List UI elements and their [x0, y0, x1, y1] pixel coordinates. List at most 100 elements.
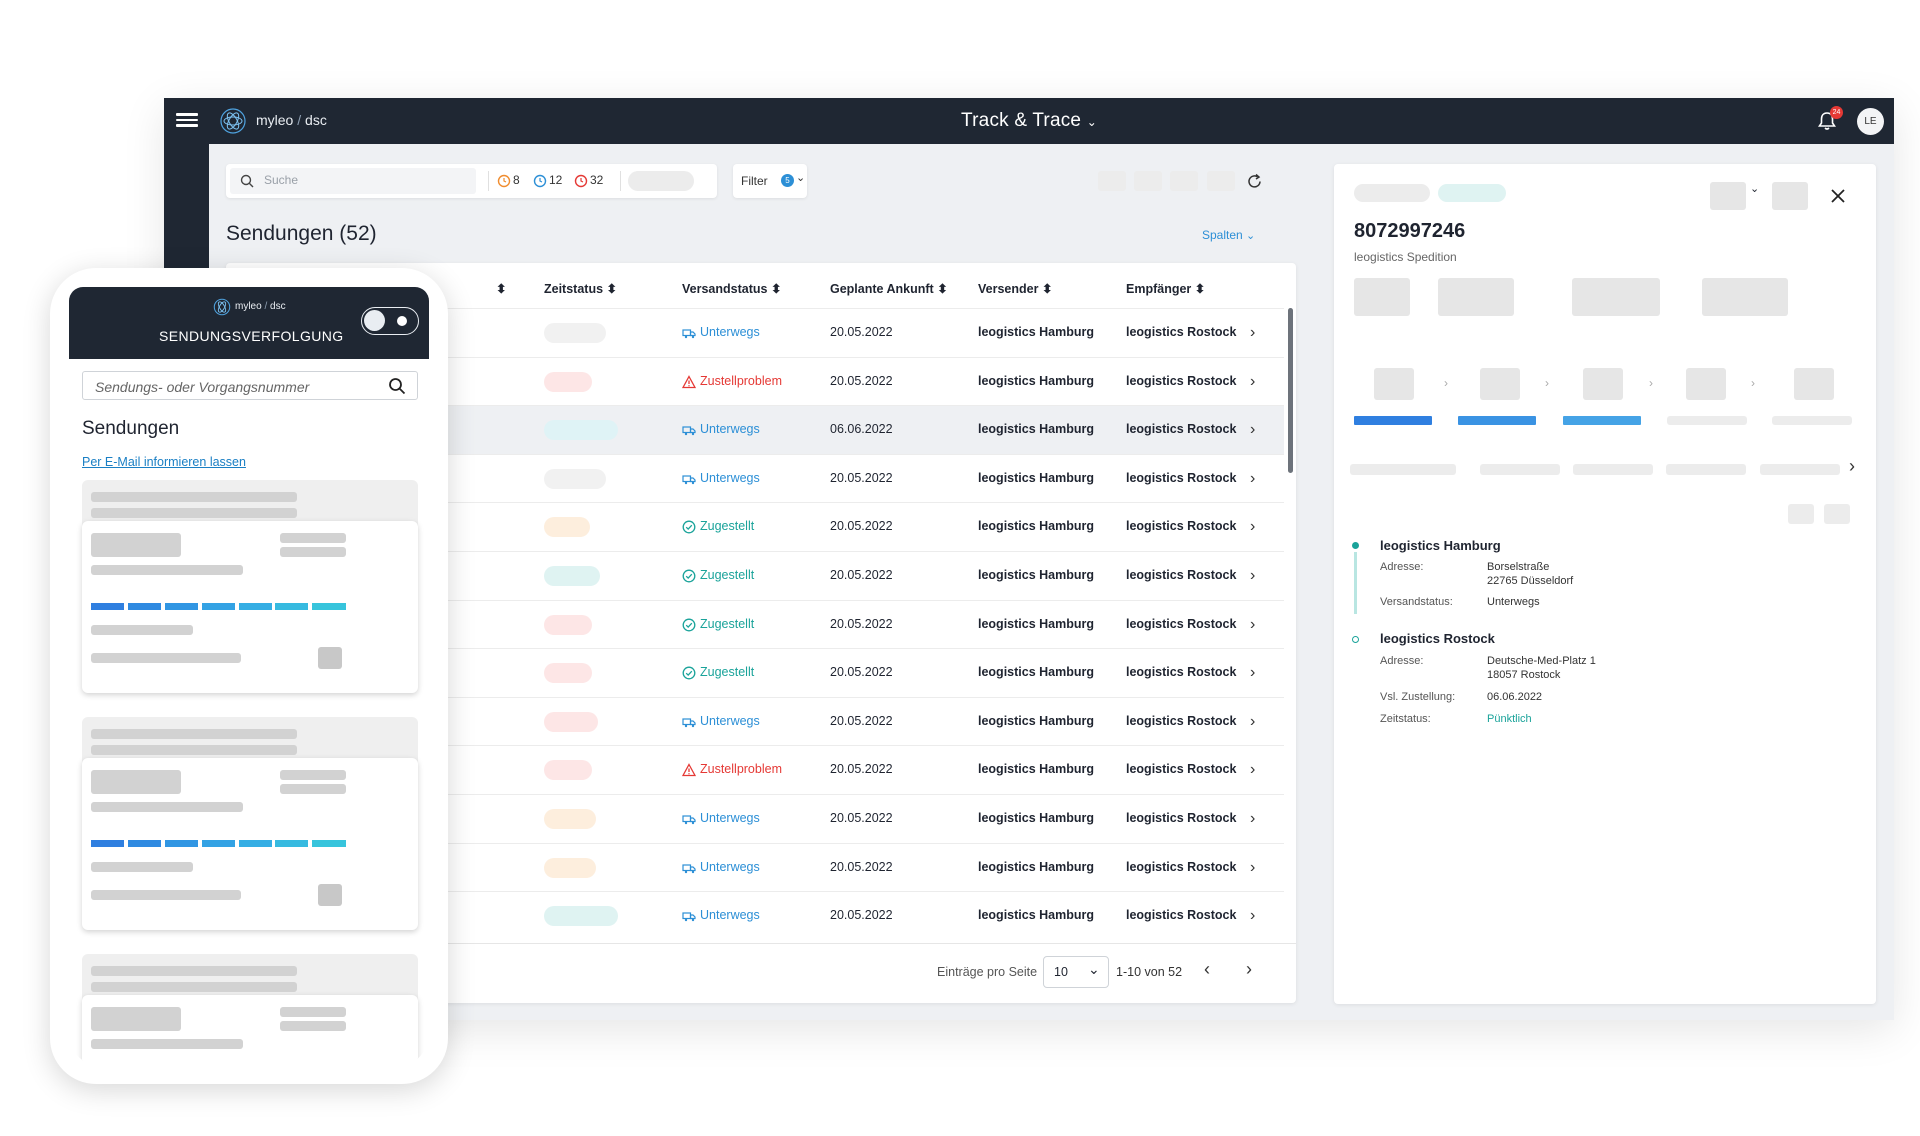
placeholder-line — [280, 770, 346, 780]
search-icon[interactable] — [388, 377, 406, 395]
theme-toggle[interactable] — [361, 307, 419, 335]
progress-segment — [1458, 416, 1536, 425]
placeholder-chip[interactable] — [628, 171, 694, 191]
destination-address-line-1: Deutsche-Med-Platz 1 — [1487, 655, 1596, 667]
chevron-right-icon[interactable]: › — [1250, 713, 1255, 731]
filter-button[interactable]: Filter 5 ⌄ — [733, 164, 807, 198]
placeholder-line — [91, 862, 193, 872]
chevron-right-icon[interactable]: › — [1250, 324, 1255, 342]
chevron-right-icon[interactable]: › — [1250, 518, 1255, 536]
placeholder-dropdown[interactable] — [1710, 182, 1746, 210]
next-page-icon[interactable]: › — [1246, 959, 1252, 980]
progress-segment — [91, 603, 124, 610]
chevron-right-icon[interactable]: › — [1250, 567, 1255, 585]
placeholder-icon[interactable] — [318, 884, 342, 906]
clock-delayed-icon[interactable] — [497, 174, 511, 188]
shipment-card[interactable] — [82, 758, 418, 930]
origin-name: leogistics Hamburg — [1380, 538, 1501, 553]
close-icon[interactable] — [1830, 188, 1846, 204]
placeholder-action[interactable] — [1772, 182, 1808, 210]
chevron-right-icon[interactable]: › — [1250, 616, 1255, 634]
chevron-right-icon[interactable]: › — [1250, 421, 1255, 439]
chevron-right-icon[interactable]: › — [1250, 907, 1255, 925]
top-bar: myleo / dsc Track & Trace ⌄ 24 LE — [164, 98, 1894, 144]
scrollbar[interactable] — [1288, 308, 1293, 473]
sender-cell: leogistics Hamburg — [978, 713, 1094, 728]
problem-count: 32 — [590, 173, 604, 187]
route-line — [1354, 552, 1357, 614]
recipient-cell: leogistics Rostock — [1126, 616, 1237, 631]
chevron-right-icon[interactable]: › — [1250, 470, 1255, 488]
sort-icon[interactable]: ⬍ — [496, 281, 506, 296]
chevron-right-icon[interactable]: › — [1849, 456, 1855, 477]
planned-arrival-cell: 06.06.2022 — [830, 422, 893, 437]
clock-transit-icon[interactable] — [533, 174, 547, 188]
column-header-sender[interactable]: Versender ⬍ — [978, 281, 1052, 296]
toolbar-action[interactable] — [1170, 171, 1198, 191]
placeholder-action[interactable] — [1824, 504, 1850, 524]
shipment-card[interactable] — [82, 521, 418, 693]
placeholder-block — [91, 770, 181, 794]
column-header-recipient[interactable]: Empfänger ⬍ — [1126, 281, 1205, 296]
toolbar-action[interactable] — [1207, 171, 1235, 191]
recipient-cell: leogistics Rostock — [1126, 908, 1237, 923]
time-status-pill — [544, 614, 592, 635]
placeholder-line — [280, 533, 346, 543]
sender-cell: leogistics Hamburg — [978, 859, 1094, 874]
shipment-detail-panel: ⌄ 8072997246 leogistics Spedition › › › … — [1334, 164, 1876, 1004]
toolbar-action[interactable] — [1098, 171, 1126, 191]
chevron-right-icon[interactable]: › — [1250, 810, 1255, 828]
check-circle-icon — [682, 569, 696, 583]
per-page-label: Einträge pro Seite — [937, 965, 1038, 979]
warning-icon — [682, 374, 696, 388]
chevron-down-icon[interactable]: ⌄ — [1750, 182, 1759, 195]
toggle-knob — [364, 310, 385, 331]
placeholder-action[interactable] — [1788, 504, 1814, 524]
shipping-status: Zugestellt — [700, 616, 755, 631]
column-header-shipping-status[interactable]: Versandstatus ⬍ — [682, 281, 781, 296]
clock-problem-icon[interactable] — [574, 174, 588, 188]
shipment-card[interactable] — [82, 995, 418, 1065]
progress-segment — [239, 603, 272, 610]
recipient-cell: leogistics Rostock — [1126, 713, 1237, 728]
shipping-status: Zugestellt — [700, 665, 755, 680]
placeholder-line — [280, 1021, 346, 1031]
email-notify-link[interactable]: Per E-Mail informieren lassen — [82, 455, 246, 469]
refresh-icon[interactable] — [1246, 173, 1263, 190]
mobile-search-input[interactable]: Sendungs- oder Vorgangsnummer — [82, 371, 418, 400]
chevron-right-icon: › — [1751, 376, 1755, 390]
chevron-right-icon[interactable]: › — [1250, 761, 1255, 779]
progress-segment — [1667, 416, 1747, 425]
toolbar-action[interactable] — [1134, 171, 1162, 191]
origin-address-line-2: 22765 Düsseldorf — [1487, 575, 1574, 587]
prev-page-icon[interactable]: ‹ — [1204, 959, 1210, 980]
shipping-status: Unterwegs — [700, 713, 760, 728]
origin-address-line-1: Borselstraße — [1487, 561, 1550, 573]
column-header-time-status[interactable]: Zeitstatus ⬍ — [544, 281, 617, 296]
step-icon — [1480, 368, 1520, 400]
columns-toggle[interactable]: Spalten ⌄ — [1202, 228, 1255, 242]
placeholder-icon[interactable] — [318, 647, 342, 669]
chevron-right-icon[interactable]: › — [1250, 664, 1255, 682]
planned-arrival-cell: 20.05.2022 — [830, 762, 893, 777]
app-title-dropdown[interactable]: Track & Trace ⌄ — [164, 110, 1894, 132]
chevron-right-icon[interactable]: › — [1250, 373, 1255, 391]
progress-segment — [1563, 416, 1641, 425]
mobile-header: myleo / dsc SENDUNGSVERFOLGUNG — [69, 287, 429, 359]
notification-badge: 24 — [1830, 106, 1843, 119]
recipient-cell: leogistics Rostock — [1126, 811, 1237, 825]
truck-icon — [682, 426, 696, 436]
search-placeholder: Suche — [264, 173, 299, 187]
recipient-cell: leogistics Rostock — [1126, 859, 1237, 874]
chevron-right-icon[interactable]: › — [1250, 859, 1255, 877]
per-page-select[interactable]: 10 ⌄ — [1043, 956, 1109, 988]
progress-segment — [128, 603, 161, 610]
transit-count: 12 — [549, 173, 563, 187]
chevron-right-icon: › — [1444, 376, 1448, 390]
shipping-status: Zustellproblem — [700, 373, 782, 388]
search-toolbar: Suche 8 12 32 — [226, 164, 717, 198]
avatar[interactable]: LE — [1857, 108, 1884, 135]
progress-segment — [91, 840, 124, 847]
column-header-planned-arrival[interactable]: Geplante Ankunft ⬍ — [830, 281, 948, 296]
placeholder-chip — [1438, 184, 1506, 202]
